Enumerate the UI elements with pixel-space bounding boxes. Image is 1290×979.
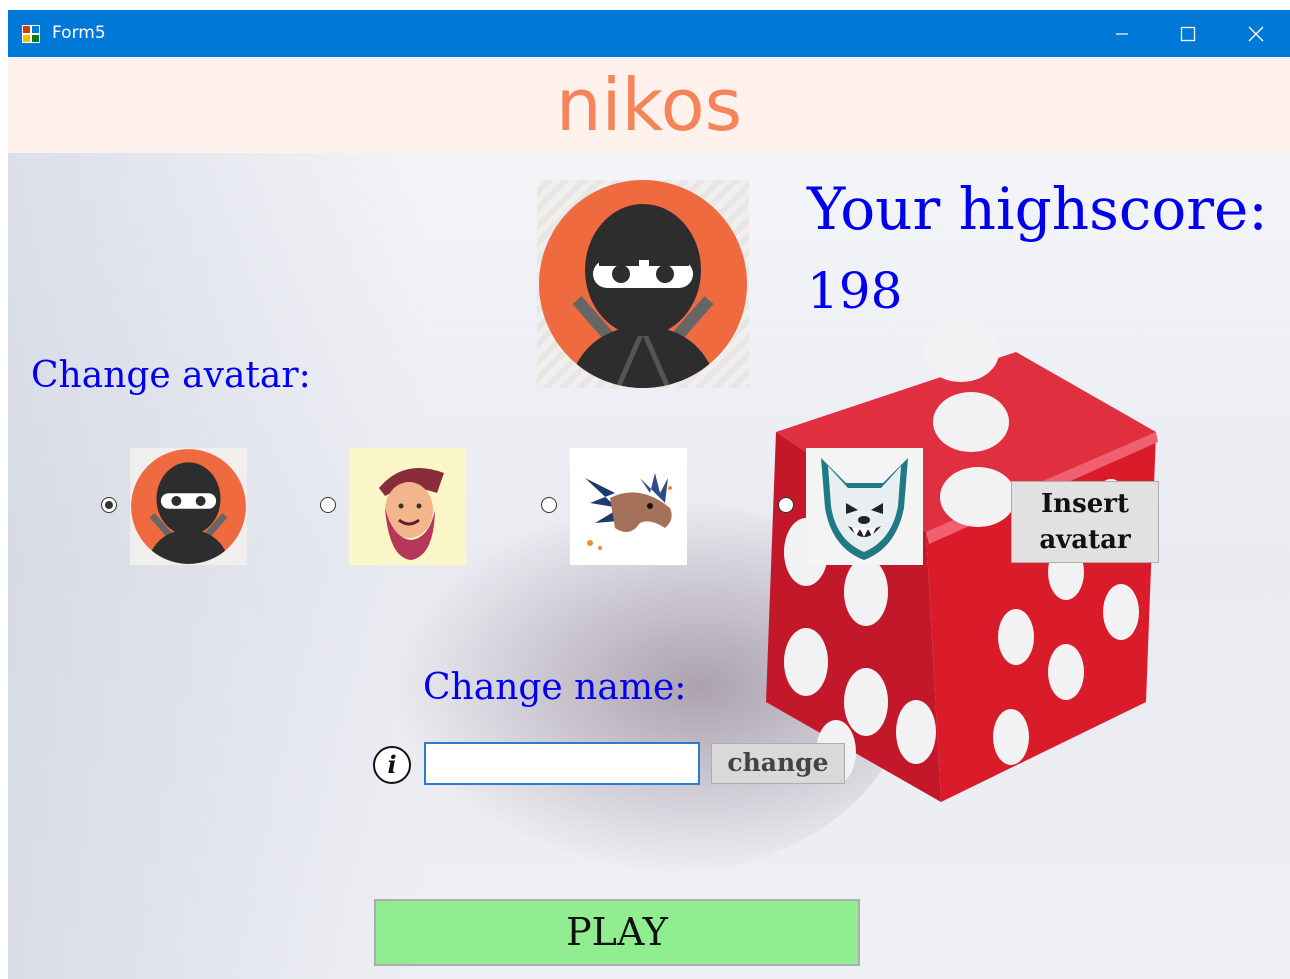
dragon-avatar-icon [585, 473, 672, 550]
ninja-avatar-icon [539, 180, 747, 388]
close-button[interactable] [1224, 10, 1288, 57]
play-button[interactable]: PLAY [374, 899, 860, 966]
maximize-icon [1180, 26, 1196, 41]
name-input[interactable] [424, 742, 700, 785]
form-client-area: nikos Your highscore: 198 Change avatar:… [8, 57, 1290, 979]
change-avatar-label: Change avatar: [31, 355, 311, 396]
avatar-radio-dragon[interactable] [541, 497, 557, 513]
svg-text:i: i [387, 750, 396, 779]
highscore-label: Your highscore: [807, 175, 1268, 243]
avatar-option-bearded[interactable] [349, 448, 466, 565]
minimize-icon [1116, 32, 1128, 35]
avatar-option-ninja[interactable] [130, 448, 247, 565]
ninja-avatar-icon [131, 449, 246, 564]
current-avatar [537, 180, 749, 388]
highscore-value: 198 [807, 262, 903, 320]
avatar-radio-wolf[interactable] [778, 497, 794, 513]
header-banner: nikos [8, 57, 1290, 153]
avatar-option-dragon[interactable] [570, 448, 687, 565]
avatar-option-wolf[interactable] [806, 448, 923, 565]
wolf-avatar-icon [821, 458, 908, 560]
window-title: Form5 [52, 23, 106, 43]
change-name-button[interactable]: change [711, 743, 845, 784]
avatar-radio-bearded[interactable] [320, 497, 336, 513]
minimize-button[interactable] [1090, 10, 1154, 57]
app-icon [22, 25, 40, 43]
bearded-cap-man-avatar-icon [379, 468, 444, 560]
avatar-radio-ninja[interactable] [101, 497, 117, 513]
username-label: nikos [555, 63, 743, 147]
change-name-label: Change name: [423, 667, 687, 708]
info-icon[interactable]: i [372, 745, 412, 785]
close-icon [1248, 26, 1264, 41]
title-bar[interactable]: Form5 [8, 10, 1290, 57]
maximize-button[interactable] [1156, 10, 1220, 57]
insert-avatar-button[interactable]: Insert avatar [1011, 481, 1159, 563]
window-border [0, 10, 8, 979]
